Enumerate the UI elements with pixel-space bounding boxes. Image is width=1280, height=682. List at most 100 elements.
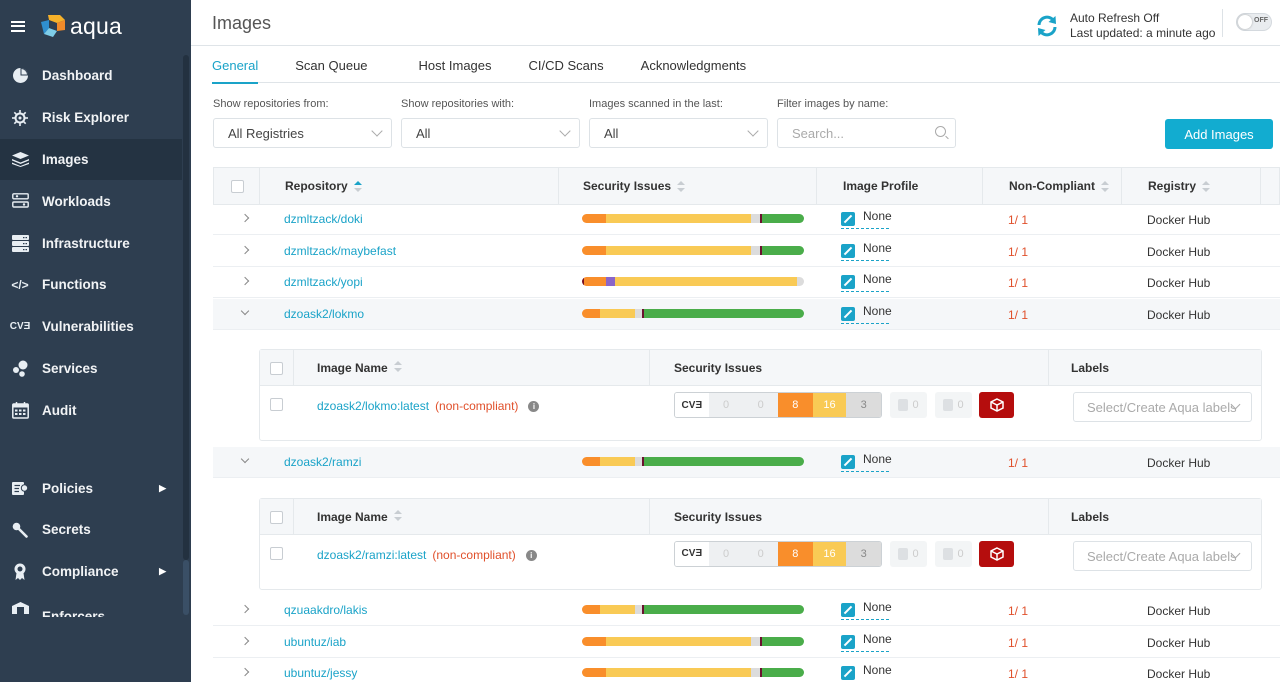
auto-refresh: Auto Refresh Off Last updated: a minute …	[1035, 11, 1215, 41]
repository-link[interactable]: dzmltzack/doki	[284, 212, 363, 226]
column-registry[interactable]: Registry	[1121, 168, 1261, 204]
expand-chevron-icon[interactable]	[240, 604, 250, 614]
subtable-header: Image Name Security Issues Labels	[260, 498, 1261, 535]
add-images-button[interactable]: Add Images	[1165, 119, 1273, 149]
table-row[interactable]: dzmltzack/yopi None 1/ 1 Docker Hub	[213, 267, 1280, 299]
sidebar-item-label: Policies	[42, 480, 94, 496]
table-row[interactable]: dzmltzack/doki None 1/ 1 Docker Hub	[213, 204, 1280, 235]
image-checkbox[interactable]	[270, 398, 283, 412]
sidebar-scrollbar-thumb[interactable]	[183, 560, 189, 615]
sidebar-item-policies[interactable]: Policies ▶	[0, 467, 182, 509]
tab-scan-queue[interactable]: Scan Queue	[295, 47, 367, 83]
sidebar-scrollbar-track[interactable]	[183, 55, 189, 560]
image-row: dzoask2/ramzi:latest (non-compliant) i CVƎ…	[260, 535, 1261, 573]
column-label: Registry	[1148, 179, 1197, 193]
page-title: Images	[212, 13, 272, 33]
sidebar-item-services[interactable]: Services	[0, 348, 182, 390]
sidebar-item-audit[interactable]: Audit	[0, 389, 182, 431]
edit-icon	[841, 243, 855, 258]
table-row[interactable]: dzmltzack/maybefast None 1/ 1 Docker Hub	[213, 236, 1280, 267]
repository-link[interactable]: dzoask2/ramzi	[284, 455, 361, 469]
table-row[interactable]: dzoask2/lokmo None 1/ 1 Docker Hub	[213, 298, 1280, 330]
column-labels: Labels	[1071, 361, 1110, 376]
repository-link[interactable]: qzuaakdro/lakis	[284, 603, 367, 617]
expand-chevron-icon[interactable]	[240, 636, 250, 645]
column-labels: Labels	[1071, 509, 1110, 524]
labels-select[interactable]: Select/Create Aqua labels	[1073, 392, 1252, 423]
sensitive-data-icon	[898, 547, 909, 560]
registries-select[interactable]: All Registries	[213, 118, 392, 148]
column-image-name[interactable]: Image Name	[317, 509, 402, 524]
column-security-issues[interactable]: Security Issues	[558, 168, 818, 204]
sidebar-item-infrastructure[interactable]: Infrastructure	[0, 222, 182, 264]
select-all-checkbox[interactable]	[231, 180, 244, 193]
search-input[interactable]: Search...	[777, 118, 956, 148]
table-row[interactable]: ubuntuz/jessy None 1/ 1 Docker Hub	[213, 658, 1280, 682]
tab-host-images[interactable]: Host Images	[419, 47, 492, 83]
non-compliant-count: 1/ 1	[1008, 635, 1029, 650]
column-image-name[interactable]: Image Name	[317, 361, 402, 375]
column-repository[interactable]: Repository	[259, 168, 559, 204]
security-issues-bar	[582, 636, 804, 646]
repositories-with-select[interactable]: All	[401, 118, 580, 148]
tab-acknowledgments[interactable]: Acknowledgments	[641, 47, 747, 83]
bar-segment	[606, 668, 751, 678]
severity-badges[interactable]: CVƎ 0 0 8 16 3	[674, 392, 882, 419]
scanned-in-last-select[interactable]: All	[589, 118, 768, 148]
cve-label: CVƎ	[675, 393, 709, 418]
profile-value: None	[863, 303, 892, 318]
sensitive-data-badge[interactable]: 0	[890, 540, 927, 567]
select-all-images-checkbox[interactable]	[270, 362, 283, 376]
expand-chevron-icon[interactable]	[240, 306, 250, 316]
hamburger-menu-icon[interactable]	[11, 20, 25, 32]
refresh-icon[interactable]	[1035, 14, 1059, 38]
table-row[interactable]: dzoask2/ramzi None 1/ 1 Docker Hub	[213, 446, 1280, 478]
caret-right-icon: ▶	[159, 566, 166, 577]
bar-segment	[750, 245, 760, 255]
subtable-header: Image Name Security Issues Labels	[260, 350, 1261, 387]
tab-general[interactable]: General	[212, 47, 259, 84]
info-icon[interactable]: i	[525, 549, 537, 561]
auto-refresh-toggle[interactable]: OFF	[1236, 13, 1272, 31]
table-row[interactable]: qzuaakdro/lakis None 1/ 1 Docker Hub	[213, 595, 1280, 626]
registry-name: Docker Hub	[1147, 667, 1211, 682]
sidebar-item-compliance[interactable]: Compliance ▶	[0, 551, 182, 593]
malware-badge[interactable]: 0	[935, 392, 972, 419]
expand-chevron-icon[interactable]	[240, 245, 250, 254]
expand-chevron-icon[interactable]	[240, 454, 250, 464]
expand-chevron-icon[interactable]	[240, 276, 250, 286]
table-row[interactable]: ubuntuz/iab None 1/ 1 Docker Hub	[213, 627, 1280, 658]
sidebar-item-vulnerabilities[interactable]: CVƎ Vulnerabilities	[0, 306, 182, 348]
non-compliant-badge[interactable]	[979, 392, 1014, 419]
filter-label: Show repositories with:	[401, 98, 515, 110]
labels-placeholder: Select/Create Aqua labels	[1087, 400, 1237, 416]
sidebar-item-dashboard[interactable]: Dashboard	[0, 55, 182, 97]
sidebar-item-risk-explorer[interactable]: Risk Explorer	[0, 97, 182, 139]
sidebar-item-functions[interactable]: </> Functions	[0, 264, 182, 306]
tab-cicd-scans[interactable]: CI/CD Scans	[529, 47, 604, 83]
column-non-compliant[interactable]: Non-Compliant	[982, 168, 1122, 204]
image-link[interactable]: dzoask2/lokmo:latest	[317, 399, 429, 413]
repository-link[interactable]: dzmltzack/yopi	[284, 275, 363, 289]
sensitive-data-badge[interactable]: 0	[890, 392, 927, 419]
severity-badges[interactable]: CVƎ 0 0 8 16 3	[674, 540, 882, 567]
image-link[interactable]: dzoask2/ramzi:latest	[317, 548, 426, 562]
repository-link[interactable]: dzoask2/lokmo	[284, 307, 364, 321]
malware-badge[interactable]: 0	[935, 540, 972, 567]
sidebar-item-secrets[interactable]: Secrets	[0, 509, 182, 551]
info-icon[interactable]: i	[528, 401, 540, 413]
repository-link[interactable]: ubuntuz/jessy	[284, 666, 357, 680]
image-checkbox[interactable]	[270, 546, 283, 560]
select-all-images-checkbox[interactable]	[270, 510, 283, 524]
aqua-logo[interactable]: aqua	[40, 13, 122, 40]
expand-chevron-icon[interactable]	[240, 667, 250, 677]
non-compliant-badge[interactable]	[979, 540, 1014, 567]
sidebar-item-images[interactable]: Images	[0, 138, 182, 181]
labels-select[interactable]: Select/Create Aqua labels	[1073, 540, 1252, 571]
repository-link[interactable]: ubuntuz/iab	[284, 635, 346, 649]
profile-value: None	[863, 272, 892, 287]
expand-chevron-icon[interactable]	[240, 213, 250, 223]
sidebar-item-enforcers[interactable]: Enforcers	[0, 593, 182, 617]
sidebar-item-workloads[interactable]: Workloads	[0, 180, 182, 222]
repository-link[interactable]: dzmltzack/maybefast	[284, 244, 396, 258]
